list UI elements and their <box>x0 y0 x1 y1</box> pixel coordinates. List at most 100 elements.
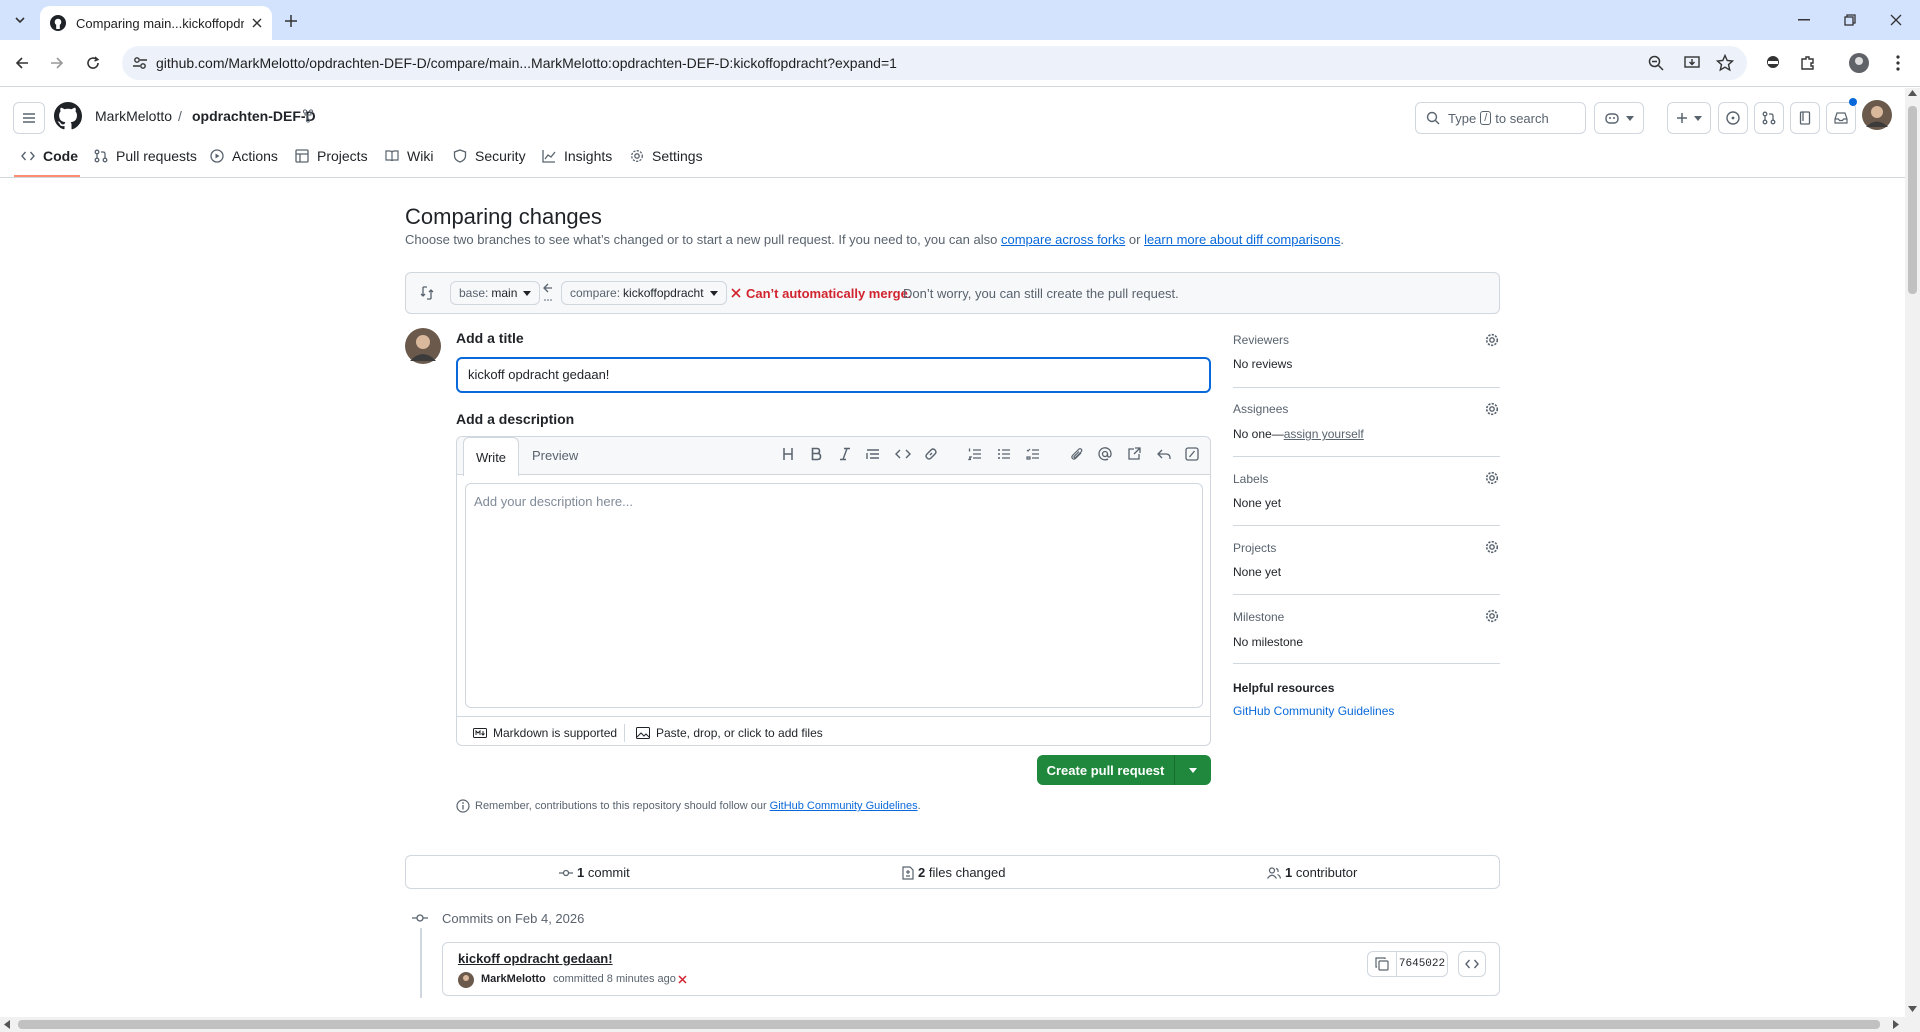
tab-preview[interactable]: Preview <box>532 448 578 463</box>
reviewers-gear-icon[interactable] <box>1485 333 1499 347</box>
restore-icon[interactable] <box>1838 10 1862 30</box>
commits-count-link[interactable]: 1 commit <box>559 865 630 880</box>
ordered-list-icon[interactable] <box>968 447 982 461</box>
github-logo-icon[interactable] <box>54 102 82 130</box>
bold-icon[interactable] <box>810 447 822 461</box>
check-failed-x-icon[interactable] <box>678 975 687 984</box>
learn-diff-link[interactable]: learn more about diff comparisons <box>1144 232 1340 247</box>
milestone-gear-icon[interactable] <box>1485 609 1499 623</box>
browser-profile-avatar[interactable] <box>1847 51 1871 75</box>
forward-icon[interactable] <box>47 53 67 73</box>
back-icon[interactable] <box>12 53 32 73</box>
user-avatar[interactable] <box>1862 100 1892 130</box>
create-pr-label: Create pull request <box>1046 762 1165 778</box>
quote-icon[interactable] <box>866 447 880 461</box>
tab-insights[interactable]: Insights <box>542 144 612 168</box>
create-new-button[interactable] <box>1667 102 1711 134</box>
extension-spy-icon[interactable] <box>1762 52 1784 74</box>
labels-gear-icon[interactable] <box>1485 471 1499 485</box>
tab-settings[interactable]: Settings <box>630 144 703 168</box>
commit-message-link[interactable]: kickoff opdracht gedaan! <box>458 951 613 966</box>
create-pull-request-button[interactable]: Create pull request <box>1037 755 1175 785</box>
tab-search-icon[interactable] <box>8 10 32 30</box>
reload-icon[interactable] <box>83 53 103 73</box>
tab-actions[interactable]: Actions <box>210 144 278 168</box>
unordered-list-icon[interactable] <box>997 447 1011 461</box>
guidelines-link[interactable]: GitHub Community Guidelines <box>770 800 918 812</box>
labels-label: Labels <box>1233 472 1269 486</box>
base-branch-select[interactable]: base: main <box>450 281 541 305</box>
paperclip-icon[interactable] <box>1070 447 1084 461</box>
code-icon[interactable] <box>895 447 911 461</box>
browser-tab-active[interactable]: Comparing main...kickoffopdracht <box>40 6 272 40</box>
timeline-line <box>420 928 422 998</box>
pr-title-input[interactable]: kickoff opdracht gedaan! <box>456 357 1211 393</box>
markdown-supported[interactable]: Markdown is supported <box>473 726 617 740</box>
horizontal-scrollbar[interactable] <box>0 1017 1905 1032</box>
commit-author-avatar[interactable] <box>458 972 474 988</box>
tab-close-icon[interactable] <box>252 18 262 28</box>
fork-icon <box>302 109 314 123</box>
install-app-icon[interactable] <box>1684 55 1700 71</box>
horizontal-scroll-thumb[interactable] <box>18 1020 1880 1029</box>
undo-reply-icon[interactable] <box>1157 447 1171 461</box>
window-close-icon[interactable] <box>1884 10 1908 30</box>
task-list-icon[interactable] <box>1026 447 1040 461</box>
sidebar-divider <box>1233 525 1500 526</box>
issues-button[interactable] <box>1718 102 1748 134</box>
copy-sha-button[interactable] <box>1367 951 1397 977</box>
zoom-icon[interactable] <box>1648 55 1664 71</box>
commit-group-icon <box>412 912 428 924</box>
scroll-up-arrow-icon[interactable] <box>1908 90 1917 96</box>
tab-code[interactable]: Code <box>21 144 78 168</box>
bookmark-star-icon[interactable] <box>1716 54 1734 72</box>
vertical-scrollbar[interactable] <box>1905 88 1920 1032</box>
repositories-button[interactable] <box>1790 102 1820 134</box>
vertical-scroll-thumb[interactable] <box>1908 106 1917 294</box>
minimize-icon[interactable] <box>1792 10 1816 30</box>
site-settings-icon[interactable] <box>132 55 148 71</box>
contributors-link[interactable]: 1 contributor <box>1267 865 1357 880</box>
copilot-button[interactable] <box>1594 102 1644 134</box>
commit-sha-link[interactable]: 7645022 <box>1396 951 1448 977</box>
tab-security[interactable]: Security <box>453 144 526 168</box>
scroll-down-arrow-icon[interactable] <box>1908 1006 1917 1012</box>
scroll-left-arrow-icon[interactable] <box>4 1020 10 1029</box>
files-changed-link[interactable]: 2 files changed <box>902 865 1005 880</box>
compare-across-forks-link[interactable]: compare across forks <box>1001 232 1125 247</box>
tab-wiki[interactable]: Wiki <box>385 144 433 168</box>
address-bar[interactable]: github.com/MarkMelotto/opdrachten-DEF-D/… <box>122 46 1747 80</box>
global-search-input[interactable]: Type / to search <box>1415 102 1586 134</box>
tab-insights-label: Insights <box>564 148 613 164</box>
create-pr-dropdown-button[interactable] <box>1175 755 1211 785</box>
copilot-chevron-icon <box>1626 115 1634 121</box>
italic-icon[interactable] <box>839 447 851 461</box>
description-textarea[interactable]: Add your description here... <box>465 483 1203 708</box>
tab-projects[interactable]: Projects <box>295 144 368 168</box>
projects-gear-icon[interactable] <box>1485 540 1499 554</box>
slash-commands-icon[interactable] <box>1185 447 1199 461</box>
browse-repo-button[interactable] <box>1458 951 1486 977</box>
pull-requests-header-button[interactable] <box>1754 102 1784 134</box>
global-nav-menu-icon[interactable] <box>13 102 45 134</box>
cross-reference-icon[interactable] <box>1127 447 1141 461</box>
new-tab-icon[interactable] <box>280 10 302 32</box>
scroll-right-arrow-icon[interactable] <box>1893 1020 1899 1029</box>
browser-menu-icon[interactable] <box>1888 52 1908 74</box>
mention-icon[interactable] <box>1098 447 1112 461</box>
commit-author-link[interactable]: MarkMelotto <box>481 973 546 985</box>
compare-branch-select[interactable]: compare: kickoffopdracht <box>561 281 727 305</box>
tab-title: Comparing main...kickoffopdracht <box>76 15 244 31</box>
heading-icon[interactable] <box>782 447 794 461</box>
attach-files[interactable]: Paste, drop, or click to add files <box>636 726 823 740</box>
notifications-button[interactable] <box>1826 102 1856 134</box>
tab-write[interactable]: Write <box>463 437 519 476</box>
assign-yourself-link[interactable]: assign yourself <box>1284 427 1364 441</box>
extensions-puzzle-icon[interactable] <box>1797 52 1819 74</box>
repo-name-link[interactable]: opdrachten-DEF-D <box>192 108 316 124</box>
link-icon[interactable] <box>924 447 938 461</box>
helpful-guidelines-link[interactable]: GitHub Community Guidelines <box>1233 704 1394 718</box>
tab-pull-requests[interactable]: Pull requests <box>94 144 197 168</box>
repo-owner-link[interactable]: MarkMelotto <box>95 108 172 124</box>
assignees-gear-icon[interactable] <box>1485 402 1499 416</box>
